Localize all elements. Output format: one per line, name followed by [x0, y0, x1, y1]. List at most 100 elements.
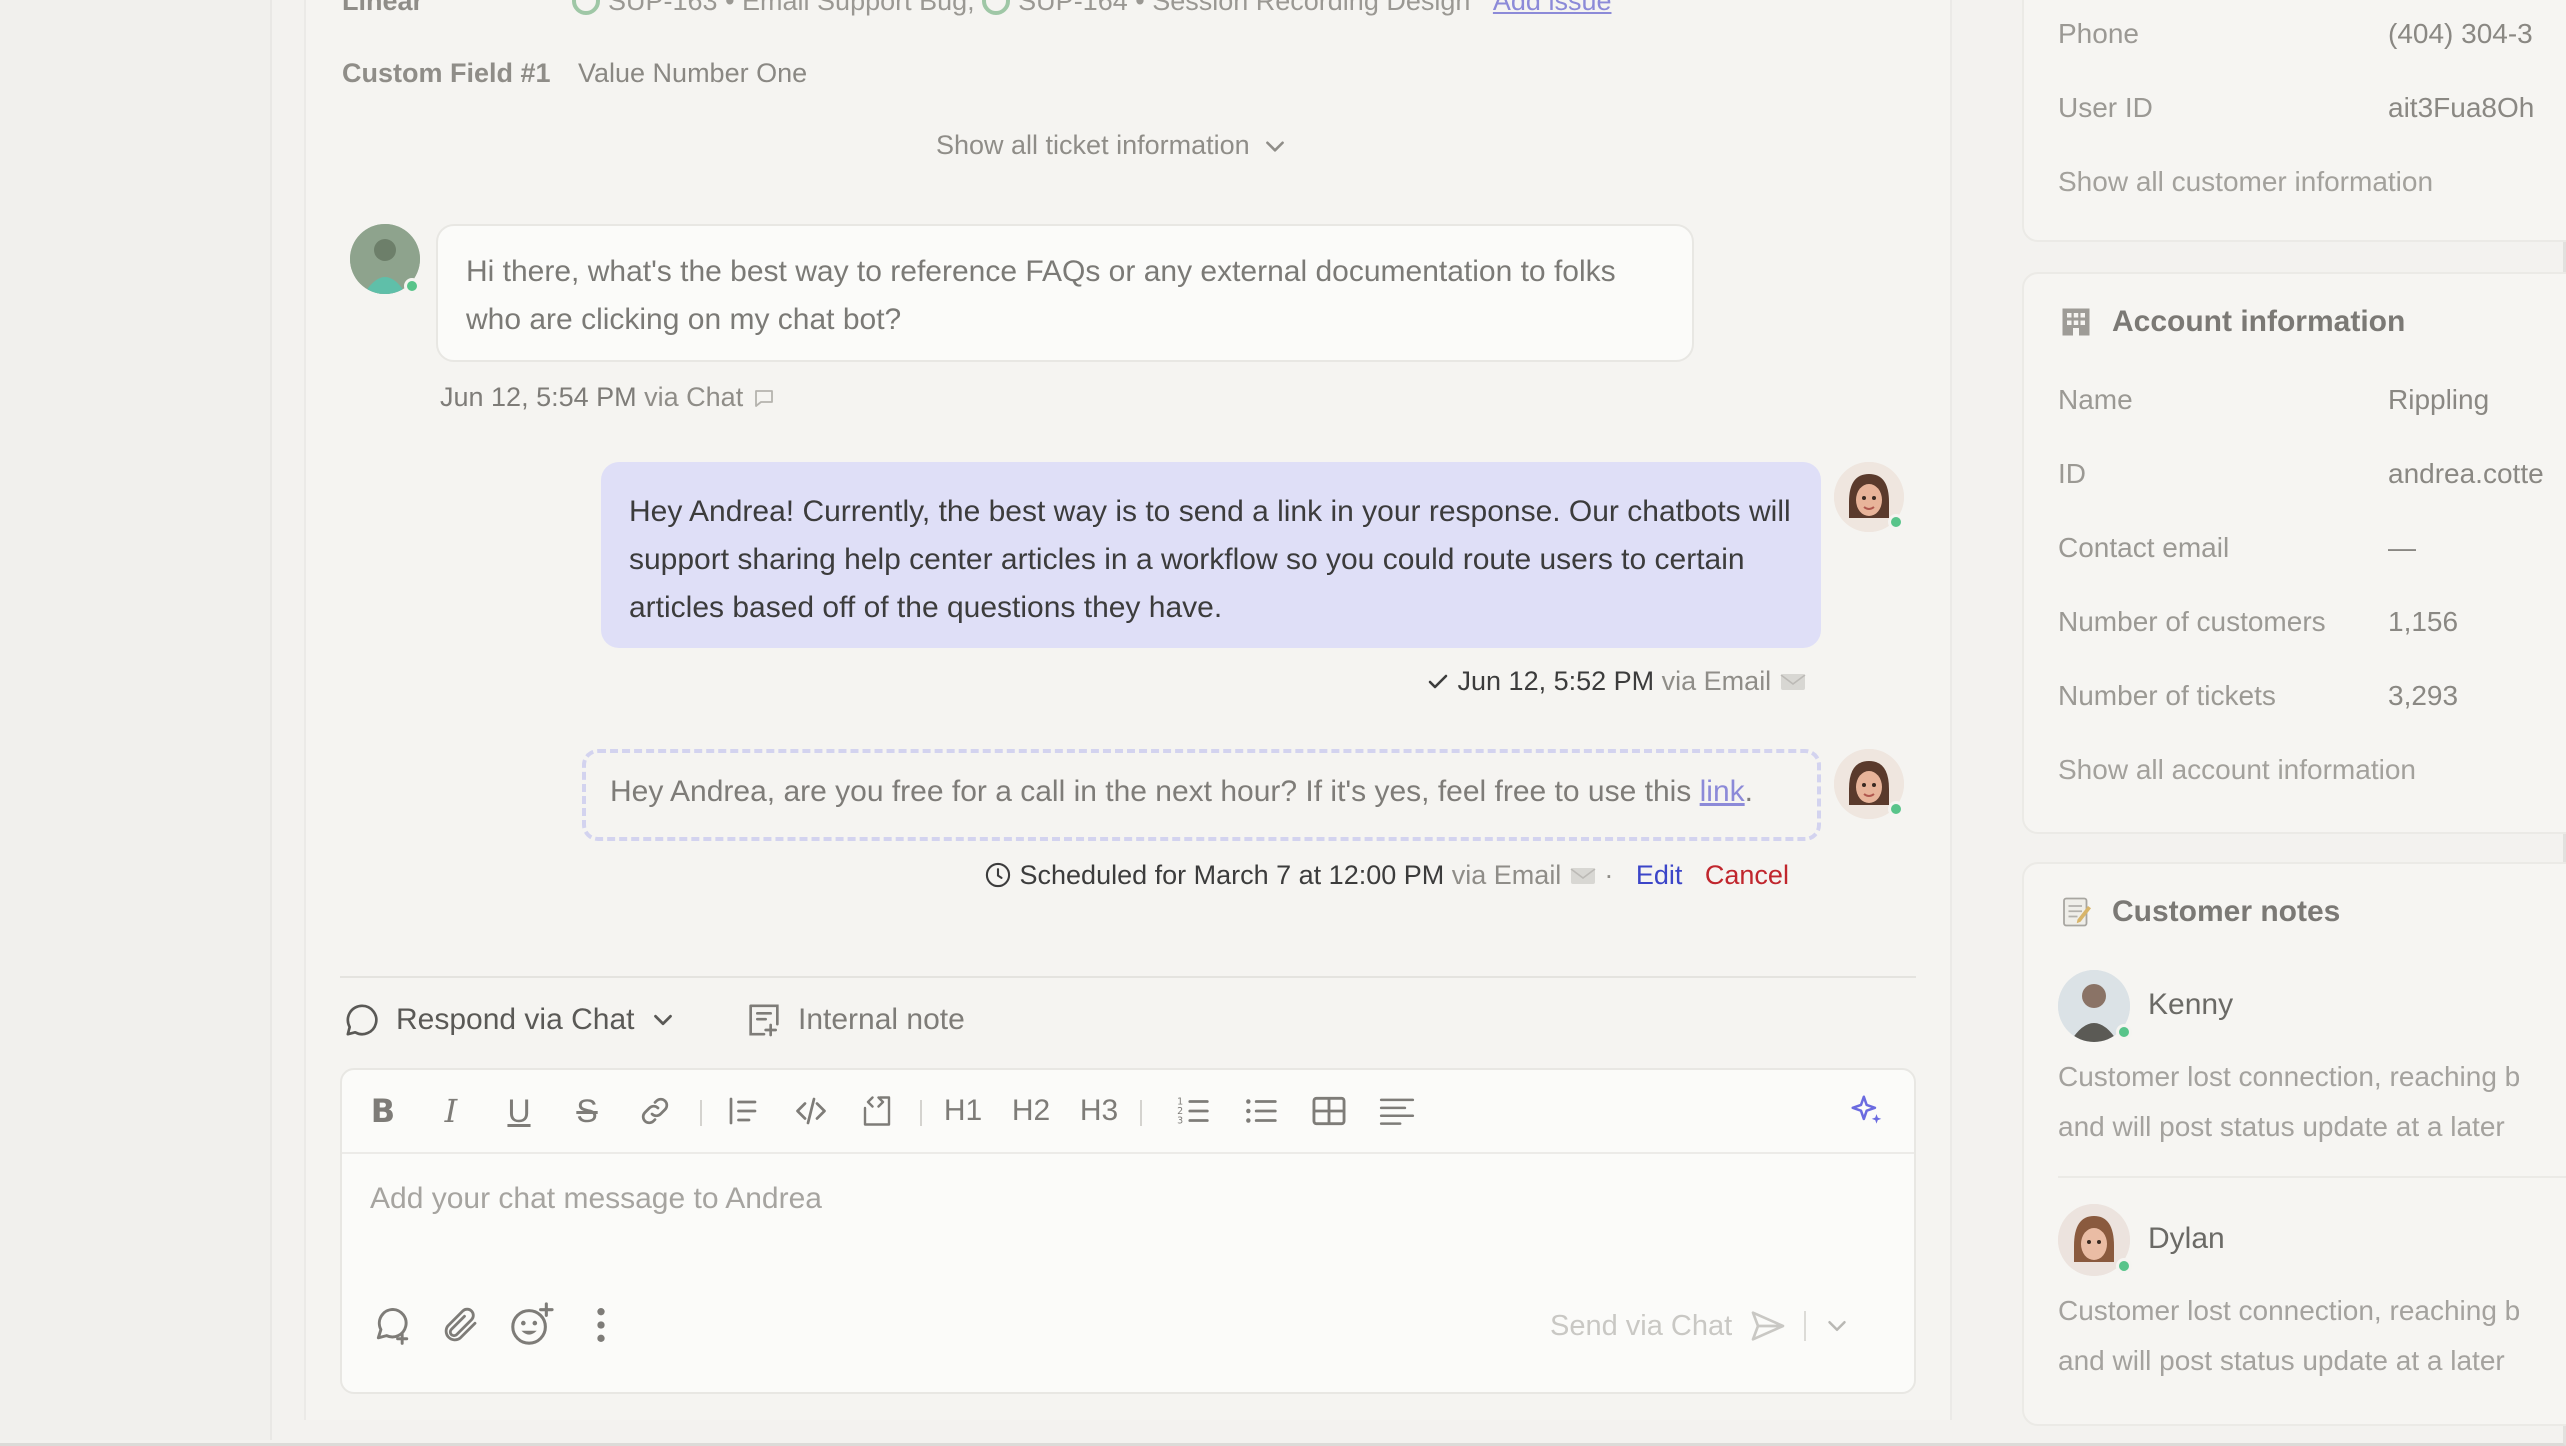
account-info-card: Account information Name Rippling ID and… [2022, 272, 2566, 834]
linear-label: Linear [342, 0, 424, 16]
phone-label: Phone [2058, 18, 2139, 49]
send-button-label: Send via Chat [1550, 1309, 1733, 1342]
strikethrough-icon[interactable]: S [562, 1086, 612, 1136]
send-via-chat-button[interactable]: Send via Chat [1550, 1306, 1852, 1346]
num-customers-label: Number of customers [2058, 606, 2326, 637]
bold-icon[interactable]: B [358, 1086, 408, 1136]
svg-text:3: 3 [1177, 1116, 1183, 1127]
underline-icon[interactable]: U [494, 1086, 544, 1136]
online-status-dot [2116, 1258, 2132, 1274]
italic-icon[interactable]: I [426, 1086, 476, 1136]
cancel-scheduled-button[interactable]: Cancel [1705, 860, 1789, 890]
issue-2-title[interactable]: Session Recording Design [1152, 0, 1470, 16]
customer-notes-header: Customer notes [2058, 894, 2340, 930]
envelope-icon [1780, 674, 1806, 690]
link-icon[interactable] [630, 1086, 680, 1136]
toolbar-separator [1140, 1100, 1142, 1126]
customer-message: Hi there, what's the best way to referen… [436, 224, 1694, 362]
code-block-icon[interactable] [852, 1086, 902, 1136]
chat-message-input[interactable]: Add your chat message to Andrea [370, 1182, 822, 1216]
note-text-line: Customer lost connection, reaching b [2058, 1061, 2521, 1092]
issue-status-icon [982, 0, 1011, 15]
scheduled-label: Scheduled for March 7 at 12:00 PM [1019, 860, 1445, 890]
account-name-label: Name [2058, 384, 2133, 415]
internal-note-tab[interactable]: Internal note [744, 1000, 965, 1040]
table-icon[interactable] [1304, 1086, 1354, 1136]
online-status-dot [1888, 514, 1904, 530]
num-tickets-value: 3,293 [2388, 680, 2459, 711]
send-icon [1751, 1311, 1785, 1341]
customer-notes-card: Customer notes Kenny Customer lost conne… [2022, 862, 2566, 1426]
respond-via-chat-tab[interactable]: Respond via Chat [342, 1000, 678, 1040]
issue-2-id[interactable]: SUP-164 [1018, 0, 1128, 16]
linear-issues: SUP-163 • Email Support Bug, SUP-164 • S… [572, 0, 1611, 17]
agent-message: Hey Andrea! Currently, the best way is t… [601, 462, 1821, 648]
phone-value[interactable]: (404) 304-3 [2388, 18, 2533, 50]
code-icon[interactable] [786, 1086, 836, 1136]
add-issue-link[interactable]: Add issue [1493, 0, 1612, 16]
notification-icon[interactable] [366, 1298, 420, 1352]
heading-1-button[interactable]: H1 [938, 1086, 988, 1136]
account-id-label: ID [2058, 458, 2086, 489]
attachment-icon[interactable] [434, 1298, 488, 1352]
show-all-ticket-button[interactable]: Show all ticket information [936, 130, 1288, 161]
user-id-value[interactable]: ait3Fua8Oh [2388, 92, 2534, 124]
issue-1-title[interactable]: Email Support Bug, [742, 0, 975, 16]
clock-icon [985, 862, 1011, 888]
show-all-customer-info-link[interactable]: Show all customer information [2058, 166, 2433, 198]
online-status-dot [2116, 1024, 2132, 1040]
edit-scheduled-button[interactable]: Edit [1636, 860, 1683, 890]
customer-message-meta: Jun 12, 5:54 PM via Chat [440, 382, 777, 413]
note-divider [2058, 1176, 2566, 1178]
customer-notes-title: Customer notes [2112, 895, 2341, 928]
note-text-line: Customer lost connection, reaching b [2058, 1295, 2521, 1326]
send-separator [1804, 1311, 1807, 1341]
customer-message-time: Jun 12, 5:54 PM [440, 382, 637, 412]
formatting-toolbar: B I U S H1 H2 H3 123 [342, 1070, 1914, 1154]
more-options-icon[interactable] [574, 1298, 628, 1352]
building-icon [2062, 308, 2090, 336]
account-id-value: andrea.cotte [2388, 458, 2544, 489]
heading-3-button[interactable]: H3 [1074, 1086, 1124, 1136]
heading-2-button[interactable]: H2 [1006, 1086, 1056, 1136]
align-left-icon[interactable] [1372, 1086, 1422, 1136]
scheduled-message-suffix: . [1744, 775, 1753, 808]
show-all-account-info-link[interactable]: Show all account information [2058, 754, 2416, 786]
agent-message-channel: via Email [1661, 666, 1772, 696]
num-customers-value: 1,156 [2388, 606, 2459, 637]
chat-bubble-icon [346, 1004, 378, 1036]
emoji-icon[interactable] [504, 1298, 558, 1352]
left-sidebar [0, 0, 272, 1440]
note-tab-label: Internal note [798, 1003, 965, 1036]
note-author-name: Kenny [2148, 988, 2234, 1021]
chevron-down-icon[interactable] [1822, 1311, 1852, 1341]
ai-sparkle-icon[interactable] [1842, 1086, 1892, 1136]
envelope-icon [1570, 868, 1596, 884]
scheduled-message-link[interactable]: link [1700, 775, 1745, 808]
numbered-list-icon[interactable]: 123 [1168, 1086, 1218, 1136]
show-all-ticket-label: Show all ticket information [936, 130, 1250, 160]
agent-message-meta: Jun 12, 5:52 PM via Email [1426, 666, 1807, 697]
add-note-icon [749, 1004, 779, 1037]
blockquote-icon[interactable] [718, 1086, 768, 1136]
contact-email-value: — [2388, 532, 2416, 563]
agent-message-time: Jun 12, 5:52 PM [1457, 666, 1655, 696]
scheduled-message-meta: Scheduled for March 7 at 12:00 PM via Em… [984, 860, 1789, 891]
chevron-down-icon [1265, 140, 1284, 152]
message-composer: B I U S H1 H2 H3 123 Add your chat messa… [340, 1068, 1916, 1394]
online-status-dot [404, 278, 420, 294]
scheduled-message-text: Hey Andrea, are you free for a call in t… [610, 775, 1700, 808]
account-name-value: Rippling [2388, 384, 2490, 415]
note-text-line: and will post status update at a later [2058, 1345, 2505, 1376]
num-tickets-label: Number of tickets [2058, 680, 2276, 711]
issue-status-icon [572, 0, 600, 15]
bullet-list-icon[interactable] [1236, 1086, 1286, 1136]
check-icon [1428, 674, 1448, 689]
issue-1-id[interactable]: SUP-163 [608, 0, 718, 16]
custom-field-value: Value Number One [578, 58, 808, 88]
respond-tab-label: Respond via Chat [396, 1003, 635, 1036]
online-status-dot [1888, 801, 1904, 817]
toolbar-separator [700, 1100, 702, 1126]
scheduled-message: Hey Andrea, are you free for a call in t… [582, 749, 1821, 841]
note-text-line: and will post status update at a later [2058, 1111, 2505, 1142]
